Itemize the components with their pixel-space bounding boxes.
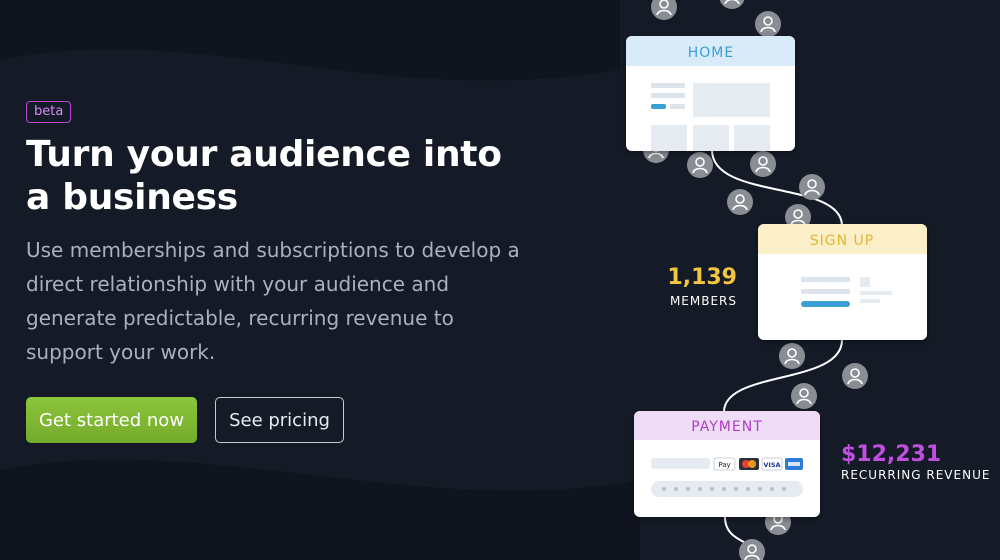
mastercard-icon (739, 458, 759, 470)
avatar (790, 382, 818, 410)
avatar (749, 150, 777, 178)
revenue-amount: $12,231 (841, 442, 941, 467)
amex-icon (785, 458, 803, 470)
members-label: MEMBERS (670, 294, 737, 308)
avatar (718, 0, 746, 10)
members-count: 1,139 (667, 265, 737, 290)
avatar (754, 10, 782, 38)
avatar (798, 173, 826, 201)
avatar (778, 342, 806, 370)
signup-card-title: SIGN UP (810, 233, 874, 249)
svg-text:VISA: VISA (763, 461, 780, 469)
payment-card-title: PAYMENT (691, 419, 763, 435)
avatar (841, 362, 869, 390)
svg-text:Pay: Pay (718, 461, 730, 469)
card-number-field (651, 481, 803, 497)
avatar (686, 151, 714, 179)
avatar (650, 0, 678, 21)
visa-icon: VISA (761, 457, 783, 471)
home-card-title: HOME (688, 45, 734, 61)
avatar (726, 188, 754, 216)
funnel-illustration: HOME SIGN UP 1,139 MEMBERS PAYMENT Pay V… (626, 0, 990, 560)
apple-pay-icon: Pay (713, 457, 736, 471)
revenue-label: RECURRING REVENUE (841, 468, 990, 482)
